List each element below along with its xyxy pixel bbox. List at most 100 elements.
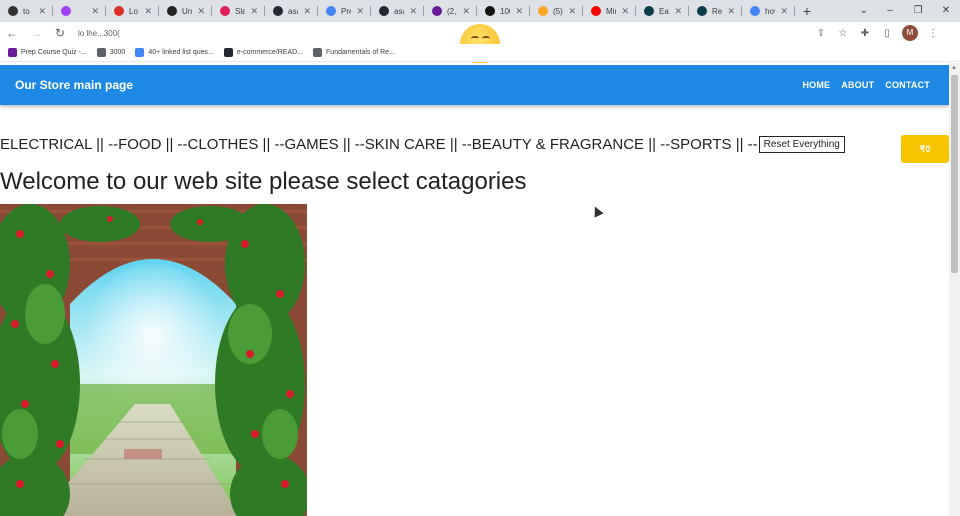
store-brand-title[interactable]: Our Store main page [15, 78, 133, 92]
tab-close-icon[interactable]: ✕ [38, 6, 46, 17]
web-page: Our Store main page HOME ABOUT CONTACT E… [0, 63, 949, 516]
bookmark-item[interactable]: Fundamentals of Re... [313, 48, 395, 57]
extensions-icon[interactable]: ✚ [858, 28, 872, 39]
tab-favicon-icon [644, 6, 654, 16]
tab-close-icon[interactable]: ✕ [462, 6, 470, 17]
minimize-icon[interactable]: – [876, 0, 904, 22]
share-icon[interactable]: ⇪ [814, 28, 828, 39]
tab-favicon-icon [379, 6, 389, 16]
bookmark-favicon-icon [313, 48, 323, 57]
tab-favicon-icon [114, 6, 124, 16]
back-icon[interactable]: ← [0, 26, 24, 40]
new-tab-button[interactable]: + [795, 3, 819, 19]
nav-about-link[interactable]: ABOUT [841, 80, 874, 90]
tab-close-icon[interactable]: ✕ [674, 6, 682, 17]
browser-tab[interactable]: asa ✕ [371, 0, 424, 22]
bookmark-item[interactable]: e-commerce/READ... [223, 48, 304, 57]
emoji-right-eye [482, 36, 490, 41]
tab-title: to [23, 6, 30, 16]
tab-favicon-icon [61, 6, 71, 16]
browser-tab[interactable]: Pre ✕ [318, 0, 371, 22]
forward-icon[interactable]: → [24, 26, 48, 40]
tab-close-icon[interactable]: ✕ [568, 6, 576, 17]
browser-tab[interactable]: (2,7 ✕ [424, 0, 477, 22]
browser-tab[interactable]: Lo ✕ [106, 0, 159, 22]
tab-title: 100 [500, 6, 510, 16]
emoji-left-eye [471, 36, 479, 41]
main-nav: HOME ABOUT CONTACT [802, 80, 930, 90]
tab-close-icon[interactable]: ✕ [91, 6, 99, 17]
garden-archway-image [0, 204, 307, 516]
tab-close-icon[interactable]: ✕ [515, 6, 523, 17]
close-icon[interactable]: ✕ [932, 0, 960, 22]
bookmark-item[interactable]: 3000 [96, 48, 126, 57]
tab-search-icon[interactable]: ⌄ [860, 0, 868, 22]
browser-tab[interactable]: Rea ✕ [689, 0, 742, 22]
menu-kebab-icon[interactable]: ⋮ [926, 28, 940, 39]
profile-avatar[interactable]: M [902, 25, 918, 41]
bookmark-favicon-icon [135, 48, 145, 57]
tab-favicon-icon [167, 6, 177, 16]
tab-title: (2,7 [447, 6, 457, 16]
page-scrollbar[interactable]: ▲ [949, 63, 960, 516]
browser-tab[interactable]: to ✕ [0, 0, 53, 22]
tab-favicon-icon [220, 6, 230, 16]
tab-title: hov [765, 6, 775, 16]
bookmark-favicon-icon [8, 48, 17, 57]
browser-tab[interactable]: hov ✕ [742, 0, 795, 22]
nav-home-link[interactable]: HOME [802, 80, 830, 90]
reset-everything-button[interactable]: Reset Everything [758, 135, 845, 153]
browser-tab[interactable]: 100 ✕ [477, 0, 530, 22]
browser-tab[interactable]: (5) ✕ [530, 0, 583, 22]
tab-close-icon[interactable]: ✕ [621, 6, 629, 17]
bookmark-item[interactable]: Prep Course Quiz -... [8, 48, 87, 57]
scrollbar-thumb[interactable] [951, 75, 958, 273]
browser-tab-strip: to✕✕Lo✕Un✕Sla✕asa✕Pre✕asa✕(2,7✕100✕(5)✕M… [0, 0, 960, 22]
tab-favicon-icon [538, 6, 548, 16]
nav-contact-link[interactable]: CONTACT [885, 80, 930, 90]
tab-close-icon[interactable]: ✕ [197, 6, 205, 17]
tab-title: Eas [659, 6, 669, 16]
bookmark-favicon-icon [223, 48, 233, 57]
restore-icon[interactable]: ❐ [904, 0, 932, 22]
bookmark-favicon-icon [96, 48, 106, 57]
bookmark-label: 40+ linked list ques... [148, 49, 214, 56]
bookmark-item[interactable]: 40+ linked list ques... [135, 48, 214, 57]
address-bar[interactable]: lo lhe...300( [78, 29, 120, 38]
tab-favicon-icon [750, 6, 760, 16]
tab-close-icon[interactable]: ✕ [409, 6, 417, 17]
side-panel-icon[interactable]: ▯ [880, 28, 894, 39]
tab-title: (5) [553, 6, 563, 16]
browser-tab[interactable]: asa ✕ [265, 0, 318, 22]
bookmarks-bar: Prep Course Quiz -... 3000 40+ linked list… [0, 44, 960, 62]
category-links[interactable]: ELECTRICAL || --FOOD || --CLOTHES || --G… [0, 136, 758, 153]
scroll-up-arrow-icon[interactable]: ▲ [951, 65, 957, 71]
bookmark-star-icon[interactable]: ☆ [836, 28, 850, 39]
bookmark-label: Prep Course Quiz -... [21, 49, 87, 56]
tab-title: Sla [235, 6, 246, 16]
tab-close-icon[interactable]: ✕ [250, 6, 258, 17]
tab-favicon-icon [591, 6, 601, 16]
tab-list: to✕✕Lo✕Un✕Sla✕asa✕Pre✕asa✕(2,7✕100✕(5)✕M… [0, 0, 795, 22]
bookmark-label: Fundamentals of Re... [326, 49, 395, 56]
reload-icon[interactable]: ↻ [48, 26, 72, 40]
cart-button[interactable]: ₹0 [901, 135, 949, 163]
tab-close-icon[interactable]: ✕ [727, 6, 735, 17]
tab-close-icon[interactable]: ✕ [356, 6, 364, 17]
browser-tab[interactable]: Un ✕ [159, 0, 212, 22]
browser-tab[interactable]: Eas ✕ [636, 0, 689, 22]
bookmark-label: 3000 [109, 49, 126, 56]
browser-tab[interactable]: Min ✕ [583, 0, 636, 22]
browser-tab[interactable]: ✕ [53, 0, 106, 22]
tab-title: Rea [712, 6, 723, 16]
bookmark-label: e-commerce/READ... [236, 49, 304, 56]
tab-close-icon[interactable]: ✕ [303, 6, 311, 17]
store-app-bar: Our Store main page HOME ABOUT CONTACT [0, 65, 949, 105]
browser-tab[interactable]: Sla ✕ [212, 0, 265, 22]
tab-close-icon[interactable]: ✕ [780, 6, 788, 17]
welcome-heading: Welcome to our web site please select ca… [0, 168, 527, 195]
tab-close-icon[interactable]: ✕ [144, 6, 152, 17]
tab-favicon-icon [8, 6, 18, 16]
mouse-cursor-icon [590, 204, 604, 218]
tab-title: Pre [341, 6, 352, 16]
